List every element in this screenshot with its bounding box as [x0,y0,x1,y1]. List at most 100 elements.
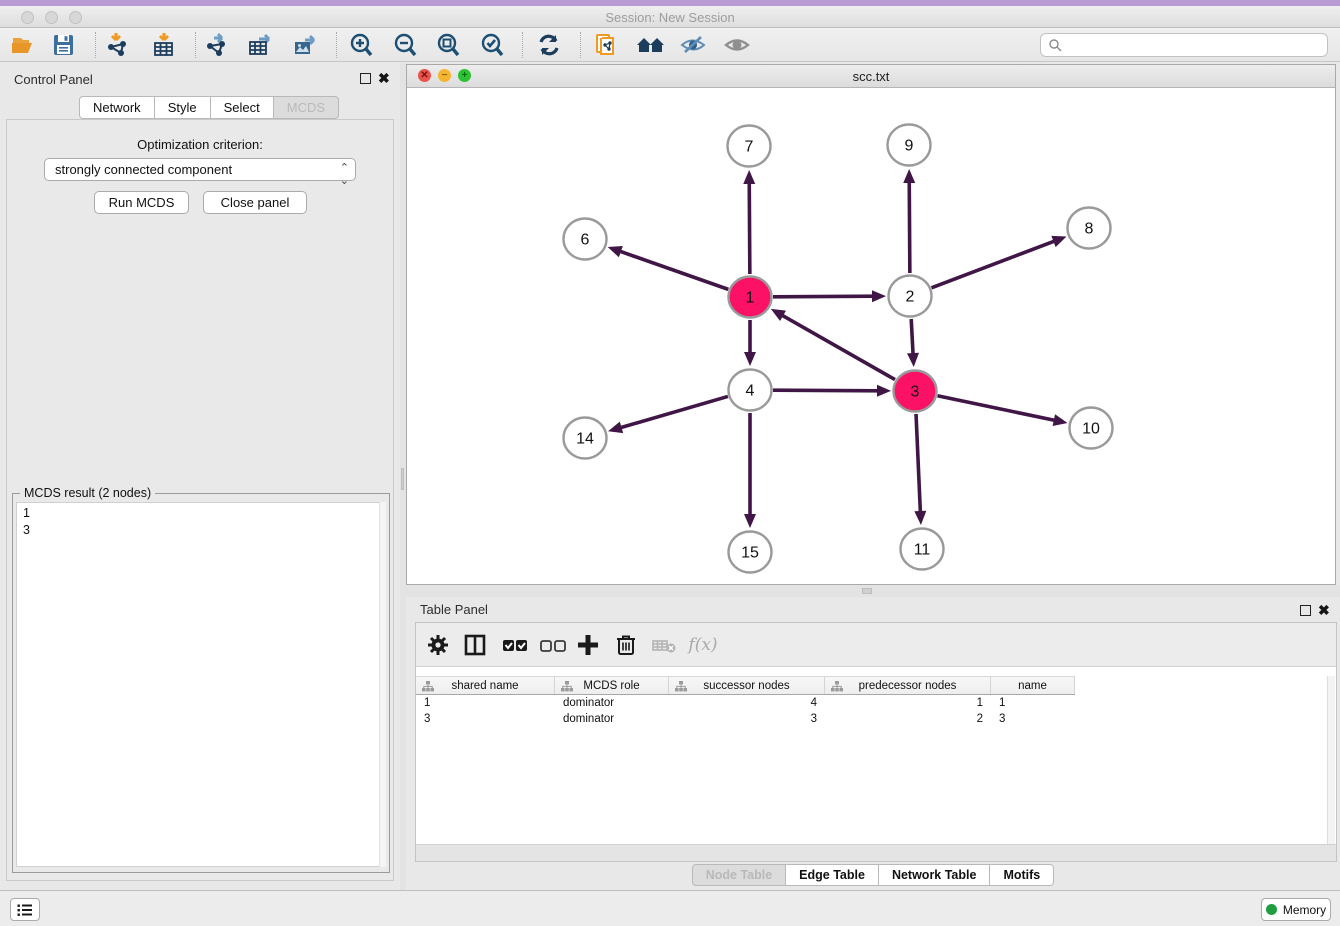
tab-node-table[interactable]: Node Table [692,864,786,886]
edge-2-8[interactable] [932,240,1057,287]
column-header-successor-nodes[interactable]: successor nodes [669,677,825,694]
column-header-shared-name[interactable]: shared name [416,677,555,694]
add-column-icon[interactable] [575,632,605,658]
edge-1-2[interactable] [773,296,875,297]
show-columns-icon[interactable] [462,632,492,658]
select-all-rows-icon[interactable] [500,632,530,658]
zoom-fit-icon[interactable] [435,32,463,58]
tab-motifs[interactable]: Motifs [990,864,1054,886]
import-network-icon[interactable] [104,32,132,58]
edge-3-10[interactable] [938,396,1057,421]
cell-name[interactable]: 1 [991,696,1075,712]
edge-1-6[interactable] [618,251,728,290]
network-view-window[interactable]: ✕ − + scc.txt 7 9 6 8 1 2 4 3 14 10 15 11 [406,64,1336,585]
export-image-icon[interactable] [291,32,319,58]
deselect-all-rows-icon[interactable] [538,632,568,658]
float-table-panel-icon[interactable] [1300,605,1311,616]
mcds-result-textarea[interactable]: 1 3 [16,502,380,867]
float-panel-icon[interactable] [360,73,371,84]
edge-3-1[interactable] [780,314,895,379]
graph-node-11[interactable]: 11 [901,529,944,570]
graph-node-6[interactable]: 6 [564,219,607,260]
edge-1-7[interactable] [749,181,750,274]
edge-3-11[interactable] [916,414,920,514]
search-input[interactable] [1062,38,1312,52]
edge-2-3[interactable] [911,319,913,356]
table-row[interactable]: 3dominator323 [416,712,1075,728]
function-builder-icon[interactable]: f(x) [688,632,718,658]
close-panel-button[interactable]: Close panel [203,191,307,214]
cell-successor-nodes[interactable]: 3 [669,712,825,728]
graph-node-7[interactable]: 7 [728,126,771,167]
edge-2-9[interactable] [909,180,910,273]
tab-network[interactable]: Network [79,96,155,119]
tab-mcds[interactable]: MCDS [274,96,339,119]
cell-successor-nodes[interactable]: 4 [669,696,825,712]
apply-layout-icon[interactable] [535,32,563,58]
task-history-button[interactable] [10,898,40,921]
cell-shared-name[interactable]: 3 [416,712,555,728]
cell-predecessor-nodes[interactable]: 2 [825,712,991,728]
column-header-predecessor-nodes[interactable]: predecessor nodes [825,677,991,694]
graph-node-3[interactable]: 3 [894,371,937,412]
main-toolbar [0,28,1340,62]
toolbar-separator [580,32,581,58]
splitter-grip[interactable] [401,468,404,490]
import-table-icon[interactable] [150,32,178,58]
graph-node-4[interactable]: 4 [729,370,772,411]
cell-MCDS-role[interactable]: dominator [555,712,669,728]
close-panel-icon[interactable]: ✖ [378,70,390,86]
table-scrollbar-horizontal[interactable] [416,844,1336,861]
graph-node-14[interactable]: 14 [564,418,607,459]
clone-network-icon[interactable] [592,32,620,58]
network-window-titlebar[interactable]: ✕ − + scc.txt [407,65,1335,88]
tab-style[interactable]: Style [155,96,211,119]
zoom-out-icon[interactable] [392,32,420,58]
network-canvas[interactable]: 7 9 6 8 1 2 4 3 14 10 15 11 [407,88,1335,584]
cell-name[interactable]: 3 [991,712,1075,728]
graph-node-8[interactable]: 8 [1068,208,1111,249]
search-icon [1048,38,1062,52]
export-table-icon[interactable] [247,32,275,58]
memory-button[interactable]: Memory [1261,898,1331,921]
cell-shared-name[interactable]: 1 [416,696,555,712]
column-header-name[interactable]: name [991,677,1075,694]
delete-table-icon[interactable] [650,632,680,658]
run-mcds-button[interactable]: Run MCDS [94,191,189,214]
open-file-icon[interactable] [10,32,38,58]
node-label: 3 [911,384,920,401]
show-panels-icon[interactable] [722,32,750,58]
dropdown-stepper-icon: ⌃⌄ [340,161,348,187]
tab-select[interactable]: Select [211,96,274,119]
cell-MCDS-role[interactable]: dominator [555,696,669,712]
cell-predecessor-nodes[interactable]: 1 [825,696,991,712]
close-table-panel-icon[interactable]: ✖ [1318,602,1330,618]
zoom-selected-icon[interactable] [479,32,507,58]
home-view-icon[interactable] [634,32,662,58]
graph-node-9[interactable]: 9 [888,125,931,166]
delete-columns-icon[interactable] [613,632,643,658]
edge-4-14[interactable] [619,396,728,428]
tab-edge-table[interactable]: Edge Table [786,864,879,886]
graph-node-1[interactable]: 1 [729,277,772,318]
table-settings-icon[interactable] [425,632,455,658]
result-scrollbar[interactable] [379,502,386,867]
tab-network-table[interactable]: Network Table [879,864,991,886]
network-window-title: scc.txt [407,69,1335,84]
graph-node-15[interactable]: 15 [729,532,772,573]
table-row[interactable]: 1dominator411 [416,696,1075,712]
table-panel-header: Table Panel ✖ [406,596,1340,622]
export-network-icon[interactable] [204,32,232,58]
hierarchy-icon [422,681,434,692]
app-titlebar[interactable]: Session: New Session [0,6,1340,28]
edge-4-3[interactable] [773,390,880,391]
table-scrollbar-vertical[interactable] [1327,676,1335,844]
column-header-MCDS-role[interactable]: MCDS role [555,677,669,694]
zoom-in-icon[interactable] [348,32,376,58]
criterion-dropdown[interactable]: strongly connected component ⌃⌄ [44,158,356,181]
hide-panels-icon[interactable] [678,32,706,58]
graph-node-10[interactable]: 10 [1070,408,1113,449]
save-session-icon[interactable] [50,32,78,58]
splitter-grip[interactable] [862,588,872,594]
graph-node-2[interactable]: 2 [889,276,932,317]
